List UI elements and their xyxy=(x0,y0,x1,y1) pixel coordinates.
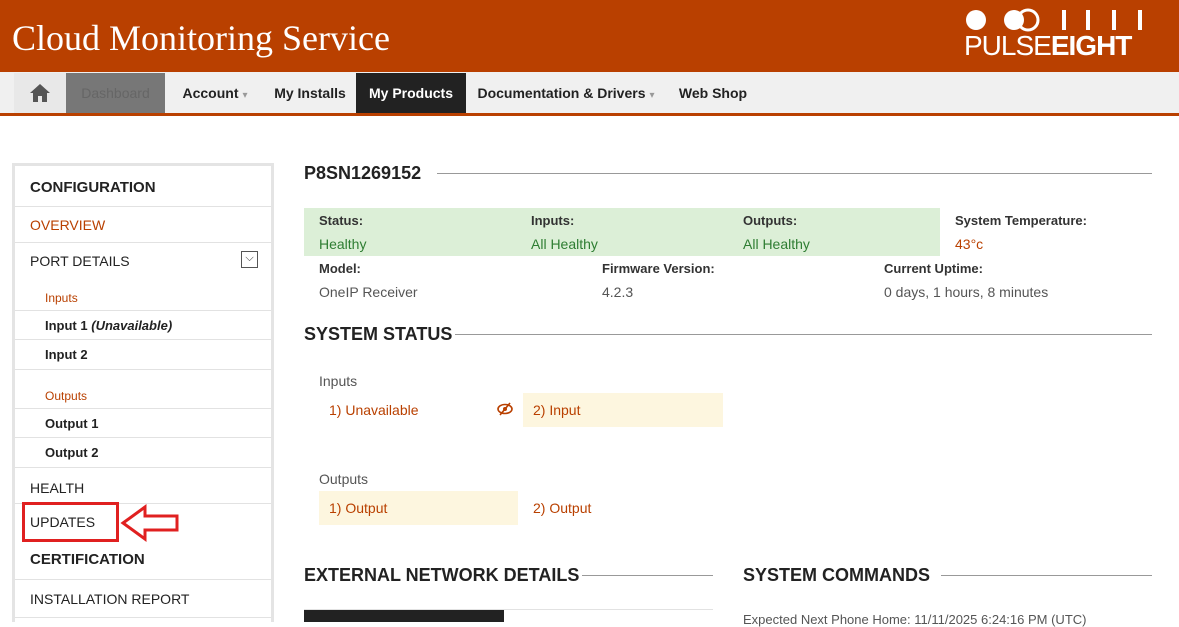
system-temperature-label: System Temperature: xyxy=(955,213,1087,228)
divider xyxy=(455,334,1152,335)
main-nav: Dashboard Account ▾ My Installs My Produc… xyxy=(0,72,1179,116)
model-value: OneIP Receiver xyxy=(319,284,418,300)
chevron-down-icon[interactable]: ⌵ xyxy=(241,251,258,268)
device-serial: P8SN1269152 xyxy=(304,163,422,183)
logo-wordmark: PULSEEIGHT xyxy=(964,30,1132,61)
logo-mark-icon xyxy=(966,8,1142,32)
left-arrow-icon xyxy=(120,504,179,542)
model-label: Model: xyxy=(319,261,361,276)
sidebar-item-port-details[interactable]: PORT DETAILS ⌵ xyxy=(15,243,271,279)
divider xyxy=(582,575,713,576)
nav-web-shop[interactable]: Web Shop xyxy=(666,73,760,113)
app-title: Cloud Monitoring Service xyxy=(12,18,390,58)
output-port-1[interactable]: 1) Output xyxy=(319,491,518,525)
firmware-value: 4.2.3 xyxy=(602,284,634,300)
ports-inputs-heading: Inputs xyxy=(319,373,358,389)
nav-my-installs[interactable]: My Installs xyxy=(264,73,356,113)
firmware-label: Firmware Version: xyxy=(602,261,715,276)
inputs-value: All Healthy xyxy=(531,236,598,252)
status-value: Healthy xyxy=(319,236,367,252)
uptime-value: 0 days, 1 hours, 8 minutes xyxy=(884,284,1049,300)
chevron-down-icon: ▾ xyxy=(649,90,655,101)
external-network-title: EXTERNAL NETWORK DETAILS xyxy=(304,565,580,585)
next-phone-home-text: Expected Next Phone Home: 11/11/2025 6:2… xyxy=(743,612,1087,627)
ports-outputs-heading: Outputs xyxy=(319,471,369,487)
input-port-1[interactable]: 1) Unavailable xyxy=(319,393,519,427)
system-status-title: SYSTEM STATUS xyxy=(304,324,453,344)
health-summary-band xyxy=(304,208,940,256)
sidebar-subheading-inputs: Inputs xyxy=(45,291,78,305)
eye-slash-icon[interactable] xyxy=(496,402,514,416)
divider xyxy=(437,173,1152,174)
sidebar: CONFIGURATION OVERVIEW PORT DETAILS ⌵ In… xyxy=(12,163,274,622)
sidebar-heading-configuration: CONFIGURATION xyxy=(15,166,271,207)
divider xyxy=(941,575,1152,576)
sidebar-item-overview[interactable]: OVERVIEW xyxy=(15,207,271,243)
nav-home[interactable] xyxy=(14,73,66,113)
uptime-label: Current Uptime: xyxy=(884,261,983,276)
sidebar-item-input-1[interactable]: Input 1 (Unavailable) xyxy=(15,310,271,340)
system-temperature-value: 43°c xyxy=(955,236,984,252)
app-header: Cloud Monitoring Service PULSEEIGHT xyxy=(0,0,1179,72)
sidebar-item-output-1[interactable]: Output 1 xyxy=(15,408,271,438)
outputs-value: All Healthy xyxy=(743,236,810,252)
sidebar-subheading-outputs: Outputs xyxy=(45,389,88,403)
nav-account[interactable]: Account ▾ xyxy=(166,73,264,113)
updates-highlight-box xyxy=(22,502,119,542)
outputs-label: Outputs: xyxy=(743,213,798,228)
inputs-label: Inputs: xyxy=(531,213,575,228)
sidebar-item-input-2[interactable]: Input 2 xyxy=(15,340,271,370)
chevron-down-icon: ▾ xyxy=(242,90,248,101)
nav-dashboard[interactable]: Dashboard xyxy=(66,73,165,113)
home-icon xyxy=(30,84,50,102)
sidebar-item-installation-report[interactable]: INSTALLATION REPORT xyxy=(15,580,271,618)
input-port-2[interactable]: 2) Input xyxy=(523,393,723,427)
output-port-2[interactable]: 2) Output xyxy=(523,491,723,525)
sidebar-heading-certification: CERTIFICATION xyxy=(15,540,271,580)
network-table-header xyxy=(304,610,504,622)
pulse-eight-logo[interactable]: PULSEEIGHT xyxy=(964,8,1144,64)
nav-documentation-drivers[interactable]: Documentation & Drivers ▾ xyxy=(466,73,666,113)
system-commands-title: SYSTEM COMMANDS xyxy=(743,565,931,585)
sidebar-item-output-2[interactable]: Output 2 xyxy=(15,438,271,468)
nav-my-products[interactable]: My Products xyxy=(356,73,466,113)
sidebar-item-health[interactable]: HEALTH xyxy=(15,468,271,504)
status-label: Status: xyxy=(319,213,364,228)
